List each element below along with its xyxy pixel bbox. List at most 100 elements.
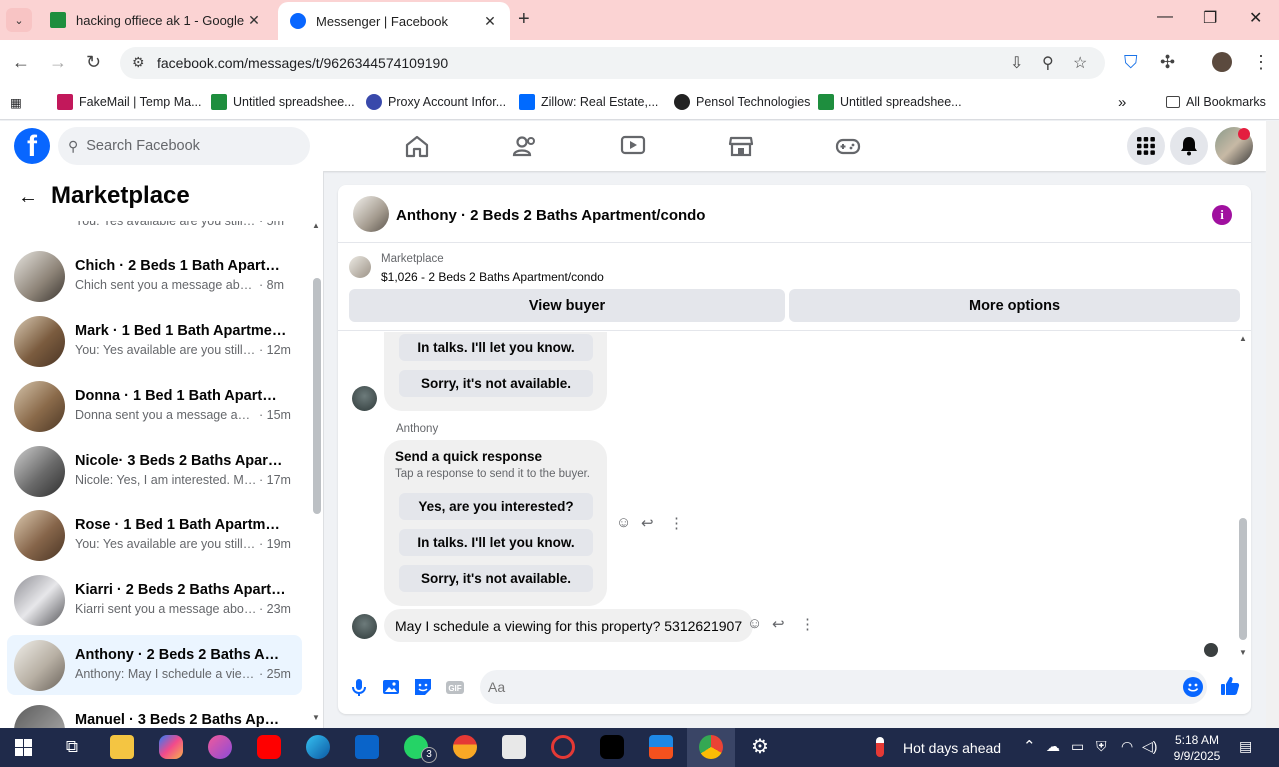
onedrive-icon[interactable]: ☁	[1046, 738, 1060, 755]
photo-icon[interactable]	[380, 676, 402, 698]
app-icon[interactable]	[502, 735, 526, 759]
page-scrollbar[interactable]	[1266, 121, 1279, 728]
scroll-up-icon[interactable]: ▲	[312, 221, 320, 230]
conversation-item[interactable]: Mark · 1 Bed 1 Bath Apartment/condo You:…	[7, 311, 302, 371]
sender-avatar[interactable]	[352, 386, 377, 411]
reply-icon[interactable]: ↩	[641, 514, 654, 532]
chat-avatar[interactable]	[353, 196, 389, 232]
more-actions-icon[interactable]: ⋮	[669, 514, 684, 532]
bookmark-pensol[interactable]: Pensol Technologies	[674, 92, 810, 112]
task-view-icon[interactable]: ⧉	[60, 735, 84, 759]
show-hidden-icons-icon[interactable]: ⌃	[1023, 737, 1036, 755]
bookmark-spreadsheet-1[interactable]: Untitled spreadshee...	[211, 92, 355, 112]
search-facebook-input[interactable]: ⚲ Search Facebook	[58, 127, 310, 165]
marketplace-icon[interactable]	[727, 133, 755, 159]
quick-response-option[interactable]: In talks. I'll let you know.	[399, 529, 593, 556]
site-info-icon[interactable]: ⚙	[132, 54, 145, 71]
clock-time[interactable]: 5:18 AM	[1168, 733, 1226, 747]
address-bar[interactable]: ⚙ facebook.com/messages/t/96263445741091…	[120, 47, 1105, 79]
extension-shield-icon[interactable]: ⛉	[1124, 52, 1138, 73]
vpn-icon[interactable]: ⛨	[1096, 738, 1107, 755]
close-tab-icon[interactable]: ✕	[246, 12, 262, 29]
quick-response-option[interactable]: Sorry, it's not available.	[399, 370, 593, 397]
react-emoji-icon[interactable]: ☺	[747, 615, 762, 632]
react-emoji-icon[interactable]: ☺	[616, 514, 631, 531]
microphone-icon[interactable]	[348, 676, 370, 698]
new-tab-icon[interactable]: +	[518, 8, 530, 31]
bookmark-star-icon[interactable]: ☆	[1073, 53, 1087, 73]
message-input-field[interactable]	[480, 670, 1207, 704]
chrome-icon[interactable]	[699, 735, 723, 759]
windows-start-icon[interactable]	[15, 739, 32, 756]
medal-icon[interactable]	[453, 735, 477, 759]
profile-avatar[interactable]	[1212, 52, 1232, 72]
message-bubble[interactable]: May I schedule a viewing for this proper…	[384, 609, 754, 642]
settings-gear-icon[interactable]: ⚙	[748, 735, 772, 759]
install-app-icon[interactable]: ⇩	[1010, 53, 1023, 73]
minimize-icon[interactable]: —	[1157, 8, 1173, 26]
battery-icon[interactable]: ▭	[1071, 738, 1084, 755]
gaming-icon[interactable]	[834, 133, 862, 159]
friends-icon[interactable]	[511, 133, 539, 159]
zoom-icon[interactable]: ⚲	[1042, 53, 1054, 73]
extensions-puzzle-icon[interactable]: ✣	[1160, 52, 1175, 73]
home-icon[interactable]	[403, 133, 431, 159]
conversation-item[interactable]: Manuel · 3 Beds 2 Baths Apartment/condo	[7, 700, 302, 728]
bookmark-fakemail[interactable]: FakeMail | Temp Ma...	[57, 92, 202, 112]
url-text[interactable]: facebook.com/messages/t/9626344574109190	[157, 55, 448, 71]
close-tab-icon[interactable]: ✕	[482, 13, 498, 30]
weather-text[interactable]: Hot days ahead	[903, 740, 1001, 756]
back-arrow-icon[interactable]: ←	[18, 186, 38, 209]
chat-scroll-thumb[interactable]	[1239, 518, 1247, 640]
opera-icon[interactable]	[551, 735, 575, 759]
menu-grid-icon[interactable]	[1127, 127, 1165, 165]
notification-center-icon[interactable]: ▤	[1239, 738, 1252, 755]
sidebar-scrollbar[interactable]: ▲ ▼	[310, 221, 323, 728]
youtube-icon[interactable]	[257, 735, 281, 759]
conversation-item[interactable]: Rose · 1 Bed 1 Bath Apartment/condo You:…	[7, 505, 302, 565]
scroll-down-icon[interactable]: ▼	[1239, 648, 1247, 657]
message-input[interactable]	[488, 670, 1168, 704]
sender-avatar[interactable]	[352, 614, 377, 639]
chat-scrollbar[interactable]: ▲ ▼	[1236, 332, 1250, 662]
outlook-icon[interactable]	[355, 735, 379, 759]
quick-response-option[interactable]: Yes, are you interested?	[399, 493, 593, 520]
volume-icon[interactable]: ◁)	[1142, 738, 1157, 755]
emoji-picker-icon[interactable]	[1183, 677, 1203, 697]
facebook-logo[interactable]: f	[14, 128, 50, 164]
restore-icon[interactable]: ❐	[1203, 8, 1217, 28]
app-icon[interactable]	[208, 735, 232, 759]
sidebar-scroll-thumb[interactable]	[313, 278, 321, 514]
sticker-icon[interactable]	[412, 676, 434, 698]
reload-icon[interactable]: ↻	[86, 52, 101, 73]
more-actions-icon[interactable]: ⋮	[800, 615, 815, 633]
more-bookmarks-icon[interactable]: »	[1118, 92, 1126, 112]
all-bookmarks[interactable]: All Bookmarks	[1166, 92, 1266, 112]
more-options-button[interactable]: More options	[789, 289, 1240, 322]
view-buyer-button[interactable]: View buyer	[349, 289, 785, 322]
microsoft-store-icon[interactable]	[649, 735, 673, 759]
conversation-item[interactable]: Nicole· 3 Beds 2 Baths Apartment/condo N…	[7, 441, 302, 501]
tiktok-icon[interactable]	[600, 735, 624, 759]
bookmark-spreadsheet-2[interactable]: Untitled spreadshee...	[818, 92, 962, 112]
tab-search-button[interactable]: ⌄	[6, 8, 32, 32]
wifi-icon[interactable]: ◠	[1121, 738, 1133, 755]
reply-icon[interactable]: ↩	[772, 615, 785, 633]
conversation-item-selected[interactable]: Anthony · 2 Beds 2 Baths Apartment/condo…	[7, 635, 302, 695]
listing-thumbnail[interactable]	[349, 256, 371, 278]
clock-date[interactable]: 9/9/2025	[1168, 749, 1226, 763]
scroll-up-icon[interactable]: ▲	[1239, 334, 1247, 343]
scroll-down-icon[interactable]: ▼	[312, 713, 320, 722]
conversation-item[interactable]: Kiarri · 2 Beds 2 Baths Apartment/condo …	[7, 570, 302, 630]
video-icon[interactable]	[619, 133, 647, 159]
menu-kebab-icon[interactable]: ⋮	[1252, 52, 1270, 73]
gif-icon[interactable]: GIF	[444, 676, 466, 698]
tab-messenger[interactable]: Messenger | Facebook ✕	[278, 2, 510, 40]
edge-icon[interactable]	[306, 735, 330, 759]
apps-grid-icon[interactable]: ▦	[10, 92, 22, 112]
back-icon[interactable]: ←	[12, 52, 30, 73]
info-icon[interactable]: i	[1212, 205, 1232, 225]
copilot-icon[interactable]	[159, 735, 183, 759]
bookmark-zillow[interactable]: Zillow: Real Estate,...	[519, 92, 658, 112]
conversation-item[interactable]: Donna · 1 Bed 1 Bath Apartment/condo Don…	[7, 376, 302, 436]
